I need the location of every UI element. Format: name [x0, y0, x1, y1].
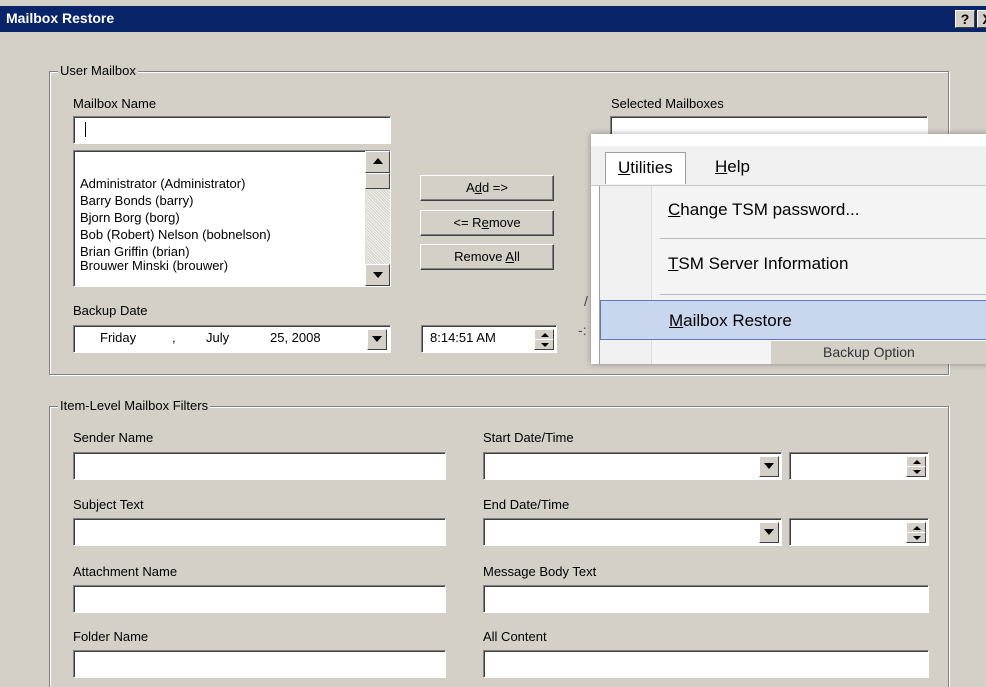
scroll-up-button[interactable]	[365, 151, 390, 173]
start-time-field[interactable]	[789, 452, 929, 480]
filters-legend: Item-Level Mailbox Filters	[58, 398, 211, 413]
backup-date-label: Backup Date	[73, 303, 148, 318]
time-spinner[interactable]	[534, 329, 554, 350]
help-button[interactable]: ?	[955, 10, 975, 28]
end-time-spinner[interactable]	[906, 522, 926, 543]
message-body-input[interactable]	[483, 585, 929, 613]
subject-text-label: Subject Text	[73, 497, 144, 512]
menu-item-mailbox-restore[interactable]: Mailbox Restore	[600, 300, 986, 340]
list-item[interactable]: Brouwer Minski (brouwer)	[80, 257, 365, 274]
date-weekday[interactable]: Friday	[100, 330, 136, 345]
menu-bar: Utilities Help	[591, 146, 986, 186]
utilities-dropdown: Change TSM password... TSM Server Inform…	[599, 186, 986, 364]
chevron-down-icon	[764, 463, 774, 469]
mailbox-restore-dialog: Mailbox Restore ? X User Mailbox Mailbox…	[0, 0, 986, 687]
title-bar[interactable]: Mailbox Restore ? X	[0, 6, 986, 32]
list-item[interactable]: Barry Bonds (barry)	[80, 192, 365, 209]
date-day-year[interactable]: 25, 2008	[270, 330, 321, 345]
attachment-name-input[interactable]	[73, 585, 446, 613]
start-date-dropdown-button[interactable]	[759, 456, 779, 477]
mailbox-name-input[interactable]	[73, 116, 391, 144]
menu-item-tsm-server-information[interactable]: TSM Server Information	[600, 244, 986, 284]
time-spin-down[interactable]	[534, 339, 554, 350]
list-item[interactable]: Bob (Robert) Nelson (bobnelson)	[80, 226, 365, 243]
remove-button[interactable]: <= Remove	[420, 210, 554, 236]
mailbox-list: Administrator (Administrator) Barry Bond…	[80, 175, 365, 274]
up-arrow-icon	[913, 526, 921, 530]
down-arrow-icon	[913, 470, 921, 474]
mailbox-name-label: Mailbox Name	[73, 96, 157, 111]
start-date-combo[interactable]	[483, 452, 782, 480]
list-item[interactable]: Bjorn Borg (borg)	[80, 209, 365, 226]
message-body-label: Message Body Text	[483, 564, 597, 579]
add-button[interactable]: Add =>	[420, 175, 554, 201]
start-time-spin-down[interactable]	[906, 466, 926, 477]
up-arrow-icon	[373, 158, 383, 164]
end-time-spin-down[interactable]	[906, 532, 926, 543]
start-datetime-label: Start Date/Time	[483, 430, 574, 445]
end-date-combo[interactable]	[483, 518, 782, 546]
down-arrow-icon	[541, 343, 549, 347]
text-caret	[85, 122, 86, 137]
menu-item-change-tsm-password[interactable]: Change TSM password...	[600, 190, 986, 230]
sender-name-input[interactable]	[73, 452, 446, 480]
end-date-dropdown-button[interactable]	[759, 522, 779, 543]
backup-options-button-fragment[interactable]: Backup Option	[771, 340, 986, 364]
listbox-scrollbar[interactable]	[365, 151, 390, 286]
user-mailbox-legend: User Mailbox	[58, 63, 138, 78]
date-dropdown-button[interactable]	[367, 329, 387, 350]
folder-name-label: Folder Name	[73, 629, 149, 644]
all-content-input[interactable]	[483, 650, 929, 678]
start-time-spinner[interactable]	[906, 456, 926, 477]
down-arrow-icon	[913, 536, 921, 540]
attachment-name-label: Attachment Name	[73, 564, 178, 579]
scroll-down-button[interactable]	[365, 264, 390, 286]
subject-text-input[interactable]	[73, 518, 446, 546]
chevron-down-icon	[372, 336, 382, 342]
all-content-label: All Content	[483, 629, 547, 644]
hidden-control-fragment: -:	[578, 322, 587, 338]
backup-time-value: 8:14:51 AM	[430, 330, 496, 345]
backup-date-picker[interactable]: Friday , July 25, 2008	[73, 325, 391, 353]
end-time-field[interactable]	[789, 518, 929, 546]
date-separator: ,	[172, 330, 176, 345]
up-arrow-icon	[541, 333, 549, 337]
close-button[interactable]: X	[977, 10, 986, 28]
remove-all-button[interactable]: Remove All	[420, 244, 554, 270]
dialog-title: Mailbox Restore	[6, 10, 115, 26]
menu-separator	[660, 238, 986, 239]
item-level-filters-group: Item-Level Mailbox Filters	[49, 398, 949, 687]
date-month[interactable]: July	[206, 330, 229, 345]
hidden-control-fragment: /	[584, 293, 588, 309]
utilities-menu-inset: Utilities Help Change TSM password... TS…	[591, 134, 986, 364]
chevron-down-icon	[764, 529, 774, 535]
scroll-thumb[interactable]	[365, 173, 390, 189]
end-datetime-label: End Date/Time	[483, 497, 570, 512]
selected-mailboxes-label: Selected Mailboxes	[611, 96, 724, 111]
menu-utilities[interactable]: Utilities	[605, 152, 686, 184]
menu-help[interactable]: Help	[703, 152, 762, 184]
folder-name-input[interactable]	[73, 650, 446, 678]
backup-time-field[interactable]: 8:14:51 AM	[421, 325, 557, 353]
list-item[interactable]: Administrator (Administrator)	[80, 175, 365, 192]
down-arrow-icon	[373, 272, 383, 278]
mailbox-listbox[interactable]: Administrator (Administrator) Barry Bond…	[73, 150, 391, 287]
sender-name-label: Sender Name	[73, 430, 154, 445]
menu-separator	[660, 294, 986, 295]
up-arrow-icon	[913, 460, 921, 464]
